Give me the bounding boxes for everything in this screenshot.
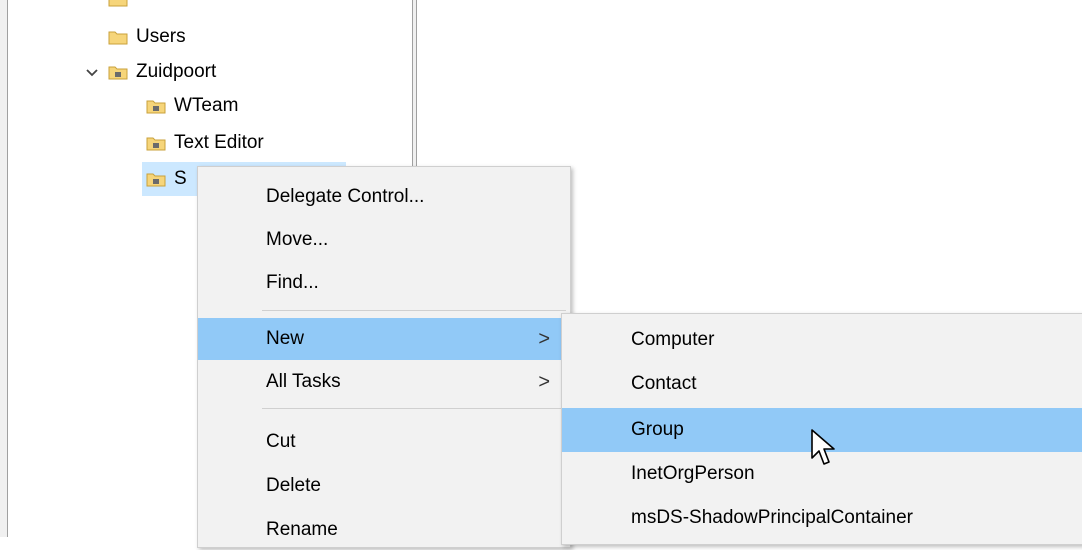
ou-folder-icon [146, 135, 166, 151]
submenu-item-computer[interactable]: Computer [562, 320, 1082, 360]
menu-item-label: Cut [266, 431, 296, 452]
tree-item-text-editor[interactable]: Text Editor [146, 126, 264, 160]
menu-item-all-tasks[interactable]: All Tasks > [198, 362, 570, 402]
menu-item-label: All Tasks [266, 371, 341, 392]
tree-item-label: Users [136, 26, 186, 47]
ou-folder-icon [146, 171, 166, 187]
chevron-down-icon[interactable] [82, 62, 102, 82]
menu-item-label: Contact [631, 373, 697, 394]
ou-folder-icon [108, 64, 128, 80]
tree-item-label: Text Editor [174, 132, 264, 153]
mouse-cursor-icon [811, 429, 835, 465]
folder-icon [108, 29, 128, 45]
tree-item-users[interactable]: Users [108, 20, 186, 54]
ou-folder-icon [146, 98, 166, 114]
menu-item-label: Computer [631, 329, 715, 350]
menu-item-rename[interactable]: Rename [198, 510, 570, 550]
menu-item-move[interactable]: Move... [198, 220, 570, 260]
tree-item-partial[interactable] [108, 0, 128, 16]
context-menu: Delegate Control... Move... Find... New … [197, 166, 571, 548]
submenu-item-contact[interactable]: Contact [562, 364, 1082, 404]
menu-separator [262, 408, 566, 409]
window-left-border [0, 0, 8, 537]
tree-item-zuidpoort[interactable]: Zuidpoort [82, 55, 216, 89]
tree-item-label: WTeam [174, 95, 239, 116]
tree-item-label: S [174, 168, 187, 189]
submenu-arrow-icon: > [538, 370, 550, 393]
menu-item-label: Find... [266, 272, 319, 293]
menu-item-label: New [266, 328, 305, 349]
menu-item-label: Move... [266, 229, 329, 250]
submenu-arrow-icon: > [538, 327, 550, 350]
menu-item-label: Delegate Control... [266, 186, 425, 207]
menu-separator [262, 310, 566, 311]
menu-item-label: msDS-ShadowPrincipalContainer [631, 507, 913, 528]
tree-item-wteam[interactable]: WTeam [146, 89, 238, 123]
menu-item-cut[interactable]: Cut [198, 422, 570, 462]
folder-icon [108, 0, 128, 7]
menu-item-label: Rename [266, 519, 338, 540]
menu-item-label: Group [631, 419, 684, 440]
tree-item-label: Zuidpoort [136, 61, 217, 82]
menu-item-delete[interactable]: Delete [198, 466, 570, 506]
menu-item-label: Delete [266, 475, 321, 496]
submenu-item-msds-shadowprincipalcontainer[interactable]: msDS-ShadowPrincipalContainer [562, 498, 1082, 538]
menu-item-delegate-control[interactable]: Delegate Control... [198, 177, 570, 217]
menu-item-find[interactable]: Find... [198, 263, 570, 303]
menu-item-new[interactable]: New > [198, 318, 570, 360]
menu-item-label: InetOrgPerson [631, 463, 755, 484]
